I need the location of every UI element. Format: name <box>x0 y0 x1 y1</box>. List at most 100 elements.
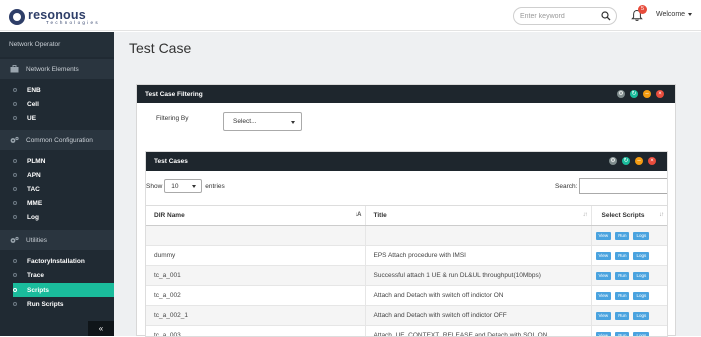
sidebar-item-run-scripts[interactable]: Run Scripts <box>0 297 114 311</box>
settings-icon[interactable]: ⚙ <box>617 90 625 98</box>
bullet-icon <box>13 187 17 191</box>
column-header-select-scripts[interactable]: Select Scripts ↓↑ <box>591 206 667 226</box>
refresh-icon[interactable]: ↻ <box>630 90 638 98</box>
table-row[interactable]: tc_a_001Successful attach 1 UE & run DL&… <box>146 266 667 286</box>
title-cell <box>365 226 591 246</box>
section-label: Network Elements <box>26 66 79 73</box>
run-button[interactable]: Run <box>615 332 629 337</box>
brand-subtitle: Technologies <box>46 21 100 26</box>
column-header-title[interactable]: Title ↓↑ <box>365 206 591 226</box>
sort-icon: ↓↑ <box>583 212 587 218</box>
logs-button[interactable]: Logs <box>633 292 649 300</box>
sort-icon: ↓A <box>355 212 360 218</box>
sidebar-item-scripts[interactable]: Scripts <box>13 283 114 297</box>
filter-panel: Test Case Filtering ⚙ ↻ – × Filtering By… <box>136 84 676 336</box>
bullet-icon <box>13 259 17 263</box>
top-header: resonous Technologies 5 Welcome <box>0 0 701 31</box>
logs-button[interactable]: Logs <box>633 332 649 337</box>
sidebar-collapse-button[interactable]: « <box>88 321 114 336</box>
dir-name-cell: tc_a_002 <box>146 286 365 306</box>
logs-button[interactable]: Logs <box>633 232 649 240</box>
test-cases-panel: Test Cases ⚙ ↻ – × Show 10 entries Searc… <box>145 151 668 337</box>
bullet-icon <box>13 173 17 177</box>
sidebar-item-trace[interactable]: Trace <box>0 268 114 282</box>
search-icon[interactable] <box>601 11 611 21</box>
view-button[interactable]: View <box>596 252 612 260</box>
table-search-input[interactable] <box>579 178 668 194</box>
gears-icon <box>10 236 19 244</box>
run-button[interactable]: Run <box>615 312 629 320</box>
sidebar-item-cell[interactable]: Cell <box>0 97 114 111</box>
minimize-icon[interactable]: – <box>643 90 651 98</box>
test-cases-title: Test Cases <box>154 158 188 165</box>
table-row[interactable]: tc_a_002_1Attach and Detach with switch … <box>146 306 667 326</box>
sidebar-section-utilities[interactable]: Utilities <box>0 230 114 250</box>
sidebar-item-enb[interactable]: ENB <box>0 83 114 97</box>
test-cases-header: Test Cases <box>146 152 667 171</box>
sidebar-item-mme[interactable]: MME <box>0 196 114 210</box>
sidebar-item-ue[interactable]: UE <box>0 111 114 125</box>
sidebar-item-factoryinstallation[interactable]: FactoryInstallation <box>0 254 114 268</box>
main-content: Test Case Test Case Filtering ⚙ ↻ – × Fi… <box>114 32 701 336</box>
filter-label: Filtering By <box>156 115 189 122</box>
page-length-value: 10 <box>171 183 178 190</box>
settings-icon[interactable]: ⚙ <box>609 157 617 165</box>
filter-panel-title: Test Case Filtering <box>145 91 203 98</box>
view-button[interactable]: View <box>596 232 612 240</box>
run-button[interactable]: Run <box>615 252 629 260</box>
chevron-down-icon <box>688 13 692 16</box>
bullet-icon <box>13 201 17 205</box>
dir-name-cell: dummy <box>146 246 365 266</box>
title-cell: Attach and Detach with switch off indict… <box>365 306 591 326</box>
brand-logo[interactable]: resonous Technologies <box>9 8 100 26</box>
sidebar-item-apn[interactable]: APN <box>0 168 114 182</box>
table-row[interactable]: ViewRun Logs <box>146 226 667 246</box>
view-button[interactable]: View <box>596 272 612 280</box>
view-button[interactable]: View <box>596 332 612 337</box>
logs-button[interactable]: Logs <box>633 272 649 280</box>
welcome-label: Welcome <box>656 11 685 18</box>
entries-label: entries <box>205 183 225 190</box>
actions-cell: ViewRun Logs <box>591 326 667 337</box>
logs-button[interactable]: Logs <box>633 252 649 260</box>
page-length-control: Show 10 entries <box>146 179 225 193</box>
column-header-dir-name[interactable]: DIR Name ↓A <box>146 206 365 226</box>
actions-cell: ViewRun Logs <box>591 246 667 266</box>
table-search-label: Search: <box>555 183 577 190</box>
gears-icon <box>10 136 19 144</box>
run-button[interactable]: Run <box>615 292 629 300</box>
sidebar-item-tac[interactable]: TAC <box>0 182 114 196</box>
page-length-select[interactable]: 10 <box>164 179 202 193</box>
minimize-icon[interactable]: – <box>635 157 643 165</box>
refresh-icon[interactable]: ↻ <box>622 157 630 165</box>
run-button[interactable]: Run <box>615 232 629 240</box>
view-button[interactable]: View <box>596 312 612 320</box>
table-row[interactable]: tc_a_002Attach and Detach with switch of… <box>146 286 667 306</box>
sidebar-brand: Network Operator <box>0 32 114 57</box>
close-icon[interactable]: × <box>648 157 656 165</box>
logs-button[interactable]: Logs <box>633 312 649 320</box>
bullet-icon <box>13 215 17 219</box>
section-label: Utilities <box>26 237 47 244</box>
sidebar-item-plmn[interactable]: PLMN <box>0 154 114 168</box>
title-cell: EPS Attach procedure with IMSI <box>365 246 591 266</box>
filter-select[interactable]: Select... <box>223 112 302 131</box>
view-button[interactable]: View <box>596 292 612 300</box>
section-label: Common Configuration <box>26 137 93 144</box>
search-input[interactable] <box>520 10 600 22</box>
logo-icon <box>9 9 25 25</box>
table-row[interactable]: tc_a_003Attach, UE_CONTEXT_RELEASE and D… <box>146 326 667 337</box>
user-menu[interactable]: Welcome <box>656 11 692 18</box>
sidebar-section-network-elements[interactable]: Network Elements <box>0 59 114 79</box>
bullet-icon <box>13 88 17 92</box>
actions-cell: ViewRun Logs <box>591 286 667 306</box>
close-icon[interactable]: × <box>656 90 664 98</box>
global-search <box>513 7 617 25</box>
run-button[interactable]: Run <box>615 272 629 280</box>
sort-icon: ↓↑ <box>659 212 663 218</box>
title-cell: Attach and Detach with switch off indict… <box>365 286 591 306</box>
sidebar-item-log[interactable]: Log <box>0 210 114 224</box>
table-row[interactable]: dummyEPS Attach procedure with IMSIViewR… <box>146 246 667 266</box>
title-cell: Attach, UE_CONTEXT_RELEASE and Detach wi… <box>365 326 591 337</box>
sidebar-section-common-configuration[interactable]: Common Configuration <box>0 130 114 150</box>
